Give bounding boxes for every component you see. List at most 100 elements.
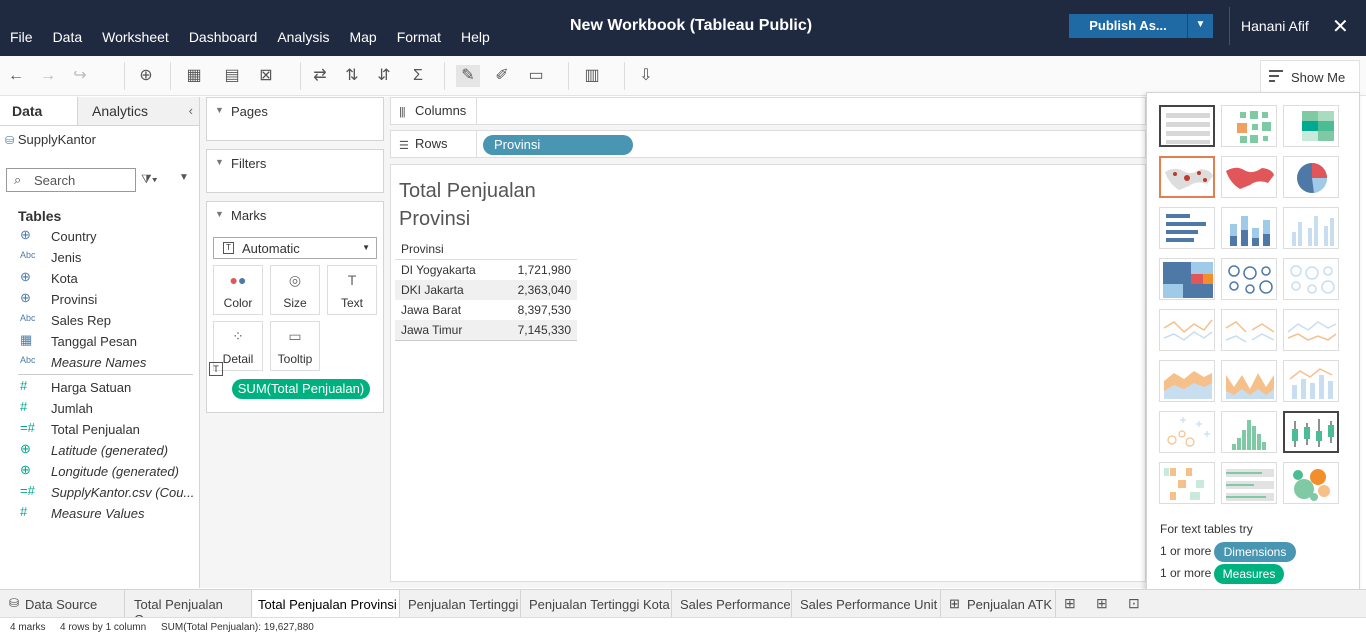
gantt-chart-icon[interactable] [1159, 462, 1215, 504]
row-header[interactable]: DI Yogyakarta [401, 263, 476, 277]
table-row[interactable]: DI Yogyakarta 1,721,980 [395, 260, 577, 280]
field-jenis[interactable]: Abc Jenis [0, 247, 199, 268]
chevron-down-icon[interactable]: ▼ [1188, 14, 1213, 38]
measure-pill[interactable]: SUM(Total Penjualan) [232, 379, 370, 399]
field-country[interactable]: ⊕ Country [0, 226, 199, 247]
pages-card[interactable]: ▼ Pages [206, 97, 384, 141]
tab-total-penjualan-geo[interactable]: Total Penjualan Geo [125, 590, 252, 627]
row-header[interactable]: Jawa Timur [401, 323, 462, 337]
tab-analytics[interactable]: Analytics [78, 97, 199, 125]
user-name[interactable]: Hanani Afif [1229, 7, 1309, 45]
field-tanggal-pesan[interactable]: ▦ Tanggal Pesan [0, 331, 199, 352]
text-table-chart-icon[interactable] [1159, 105, 1215, 147]
collapse-triangle-icon[interactable]: ▼ [215, 105, 224, 115]
totals-icon[interactable]: Σ [406, 65, 430, 87]
dimension-pill[interactable]: Provinsi [483, 135, 633, 155]
mark-type-select[interactable]: T Automatic ▼ [213, 237, 377, 259]
tab-total-penjualan-provinsi[interactable]: Total Penjualan Provinsi [252, 590, 400, 618]
data-source-tab[interactable]: ⛁ Data Source [0, 590, 125, 618]
undo-icon[interactable]: ← [4, 65, 28, 87]
search-input[interactable]: ⌕ Search [6, 168, 136, 192]
menu-format[interactable]: Format [397, 29, 441, 45]
field-sales-rep[interactable]: Abc Sales Rep [0, 310, 199, 331]
dual-lines-chart-icon[interactable] [1283, 309, 1339, 351]
packed-bubbles-chart-icon[interactable] [1283, 462, 1339, 504]
new-worksheet-icon[interactable]: ⊞ [1064, 595, 1076, 612]
highlight-icon[interactable]: ✎ [456, 65, 480, 87]
text-button[interactable]: T Text [327, 265, 377, 315]
table-row[interactable]: Jawa Timur 7,145,330 [395, 320, 577, 340]
clear-sheet-icon[interactable]: ⊠ [254, 65, 278, 87]
collapse-icon[interactable]: ‹ [189, 103, 193, 118]
sheet-title[interactable]: Total Penjualan Provinsi [399, 177, 579, 233]
replay-icon[interactable]: ↪ [68, 65, 92, 87]
tab-sales-performance-unit[interactable]: Sales Performance Unit [792, 590, 941, 618]
tooltip-button[interactable]: ▭ Tooltip [270, 321, 320, 371]
table-row[interactable]: DKI Jakarta 2,363,040 [395, 280, 577, 300]
datasource-item[interactable]: ⛁ SupplyKantor [0, 126, 199, 156]
highlight-table-chart-icon[interactable] [1283, 105, 1339, 147]
show-me-button[interactable]: Show Me [1260, 60, 1360, 92]
table-column-header[interactable]: Provinsi [395, 242, 577, 260]
row-header[interactable]: DKI Jakarta [401, 283, 464, 297]
table-row[interactable]: Jawa Barat 8,397,530 [395, 300, 577, 320]
fit-icon[interactable]: ▭ [524, 65, 548, 87]
circle-views-chart-icon[interactable] [1221, 258, 1277, 300]
menu-data[interactable]: Data [53, 29, 83, 45]
side-by-side-bars-chart-icon[interactable] [1283, 207, 1339, 249]
heat-map-chart-icon[interactable] [1221, 105, 1277, 147]
publish-button[interactable]: Publish As... ▼ [1069, 14, 1213, 38]
field-jumlah[interactable]: # Jumlah [0, 398, 199, 419]
sort-ascending-icon[interactable]: ⇅ [340, 65, 364, 87]
filters-card[interactable]: ▼ Filters [206, 149, 384, 193]
field-measure-names[interactable]: Abc Measure Names [0, 352, 199, 373]
stacked-bars-chart-icon[interactable] [1221, 207, 1277, 249]
field-total-penjualan[interactable]: =# Total Penjualan [0, 419, 199, 440]
scatter-plot-chart-icon[interactable] [1159, 411, 1215, 453]
field-kota[interactable]: ⊕ Kota [0, 268, 199, 289]
treemap-chart-icon[interactable] [1159, 258, 1215, 300]
color-button[interactable]: ●● Color [213, 265, 263, 315]
tab-penjualan-atk[interactable]: ⊞ Penjualan ATK [941, 590, 1056, 618]
area-continuous-chart-icon[interactable] [1159, 360, 1215, 402]
field-latitude[interactable]: ⊕ Latitude (generated) [0, 440, 199, 461]
histogram-chart-icon[interactable] [1221, 411, 1277, 453]
field-measure-values[interactable]: # Measure Values [0, 503, 199, 524]
dual-combination-chart-icon[interactable] [1283, 360, 1339, 402]
cell-value[interactable]: 1,721,980 [518, 263, 571, 277]
horizontal-bars-chart-icon[interactable] [1159, 207, 1215, 249]
publish-label[interactable]: Publish As... [1069, 14, 1188, 38]
new-dashboard-icon[interactable]: ⊞ [1096, 595, 1108, 612]
filter-icon[interactable]: ⧩▾ [141, 172, 158, 187]
tab-penjualan-tertinggi[interactable]: Penjualan Tertinggi [400, 590, 521, 618]
bullet-graph-chart-icon[interactable] [1221, 462, 1277, 504]
symbol-map-chart-icon[interactable] [1159, 156, 1215, 198]
size-button[interactable]: ◎ Size [270, 265, 320, 315]
field-harga-satuan[interactable]: # Harga Satuan [0, 377, 199, 398]
field-longitude[interactable]: ⊕ Longitude (generated) [0, 461, 199, 482]
area-discrete-chart-icon[interactable] [1221, 360, 1277, 402]
show-cards-icon[interactable]: ▥ [580, 65, 604, 87]
new-worksheet-icon[interactable]: ▦ [182, 65, 206, 87]
labels-icon[interactable]: ✐ [490, 65, 514, 87]
rows-shelf[interactable]: ☰ Rows Provinsi [390, 130, 1146, 158]
tab-penjualan-tertinggi-kota[interactable]: Penjualan Tertinggi Kota [521, 590, 672, 618]
tab-data[interactable]: Data [0, 97, 78, 125]
pie-chart-icon[interactable] [1283, 156, 1339, 198]
chevron-down-icon[interactable]: ▼ [179, 172, 189, 183]
field-count[interactable]: =# SupplyKantor.csv (Cou... [0, 482, 199, 503]
side-by-side-circles-chart-icon[interactable] [1283, 258, 1339, 300]
new-story-icon[interactable]: ⊡ [1128, 595, 1140, 612]
new-datasource-icon[interactable]: ⊕ [134, 65, 158, 87]
tab-sales-performance[interactable]: Sales Performance [672, 590, 792, 618]
menu-worksheet[interactable]: Worksheet [102, 29, 169, 45]
filled-map-chart-icon[interactable] [1221, 156, 1277, 198]
cell-value[interactable]: 2,363,040 [518, 283, 571, 297]
close-icon[interactable]: ✕ [1332, 14, 1349, 39]
menu-dashboard[interactable]: Dashboard [189, 29, 258, 45]
menu-analysis[interactable]: Analysis [277, 29, 329, 45]
row-header[interactable]: Jawa Barat [401, 303, 461, 317]
field-provinsi[interactable]: ⊕ Provinsi [0, 289, 199, 310]
cell-value[interactable]: 8,397,530 [518, 303, 571, 317]
collapse-triangle-icon[interactable]: ▼ [215, 157, 224, 167]
